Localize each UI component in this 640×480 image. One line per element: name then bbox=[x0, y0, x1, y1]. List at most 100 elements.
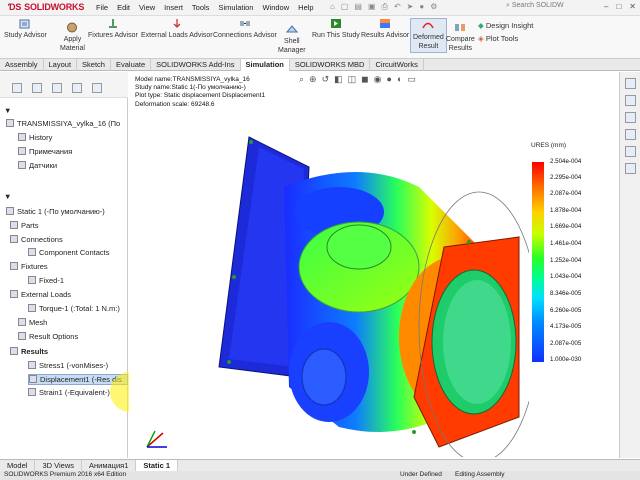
open-icon[interactable]: ▤ bbox=[354, 2, 362, 12]
external-loads-advisor-button[interactable]: External Loads Advisor bbox=[141, 18, 213, 40]
appearance-icon[interactable]: ● bbox=[387, 74, 392, 85]
fixtures-advisor-button[interactable]: Fixtures Advisor bbox=[88, 18, 138, 40]
fea-model-render[interactable] bbox=[189, 127, 529, 457]
save-icon[interactable]: ▣ bbox=[368, 2, 376, 12]
config-manager-icon[interactable] bbox=[52, 83, 62, 93]
design-library-icon[interactable] bbox=[624, 95, 636, 106]
tab-animation[interactable]: Анимация1 bbox=[82, 460, 137, 471]
home-icon[interactable]: ⌂ bbox=[330, 2, 335, 12]
tab-3d-views[interactable]: 3D Views bbox=[35, 460, 82, 471]
mesh-icon bbox=[18, 318, 26, 326]
tree-item-mesh[interactable]: Mesh bbox=[18, 318, 47, 327]
maximize-icon[interactable]: □ bbox=[616, 2, 621, 11]
sim-filter-icon[interactable]: ▼ bbox=[4, 192, 11, 201]
results-advisor-button[interactable]: Results Advisor bbox=[361, 18, 409, 40]
new-icon[interactable]: ▢ bbox=[341, 2, 349, 12]
graphics-area[interactable]: ⌕ ⊕ ↺ ◧ ◫ ◼ ◉ ● ◐ ▭ Model name:TRANSMISS… bbox=[129, 72, 619, 458]
tree-item-sensors[interactable]: Датчики bbox=[18, 161, 57, 170]
shell-manager-button[interactable]: Shell Manager bbox=[278, 24, 306, 55]
filter-icon[interactable]: ▼ bbox=[4, 106, 11, 115]
menu-edit[interactable]: Edit bbox=[117, 3, 130, 12]
legend-colorbar[interactable] bbox=[532, 162, 544, 362]
undo-icon[interactable]: ↶ bbox=[394, 2, 401, 12]
tree-item-history[interactable]: History bbox=[18, 133, 52, 142]
tab-addins[interactable]: SOLIDWORKS Add-Ins bbox=[151, 59, 241, 71]
custom-properties-icon[interactable] bbox=[624, 163, 636, 174]
tab-sketch[interactable]: Sketch bbox=[77, 59, 111, 71]
menu-simulation[interactable]: Simulation bbox=[218, 3, 253, 12]
scene-icon[interactable]: ◐ bbox=[397, 74, 402, 85]
tree-item-assembly[interactable]: TRANSMISSIYA_vylka_16 (По bbox=[6, 119, 120, 128]
menu-insert[interactable]: Insert bbox=[164, 3, 183, 12]
options-icon[interactable]: ⚙ bbox=[430, 2, 437, 12]
tree-item-torque-1[interactable]: Torque-1 (:Total: 1 N.m:) bbox=[28, 304, 120, 313]
tree-item-strain1[interactable]: Strain1 (-Equivalent-) bbox=[28, 388, 110, 397]
tree-item-stress1[interactable]: Stress1 (-vonMises-) bbox=[28, 361, 108, 370]
minimize-icon[interactable]: – bbox=[604, 2, 608, 11]
dimxpert-icon[interactable] bbox=[72, 83, 82, 93]
plot-tools-button[interactable]: ◈ Plot Tools bbox=[478, 34, 518, 43]
section-view-icon[interactable]: ◧ bbox=[334, 74, 343, 85]
tree-item-fixtures[interactable]: Fixtures bbox=[10, 262, 48, 271]
previous-view-icon[interactable]: ↺ bbox=[322, 74, 330, 85]
rebuild-icon[interactable]: ● bbox=[419, 2, 424, 12]
close-icon[interactable]: ✕ bbox=[629, 2, 636, 11]
load-icon bbox=[173, 19, 181, 28]
tree-item-results[interactable]: Results bbox=[10, 347, 48, 356]
tab-model[interactable]: Model bbox=[0, 460, 36, 471]
menu-view[interactable]: View bbox=[139, 3, 155, 12]
solidworks-logo[interactable]: ƊS SOLIDWORKS bbox=[8, 2, 84, 12]
tree-item-component-contacts[interactable]: Component Contacts bbox=[28, 248, 109, 257]
tree-item-annotations[interactable]: Примечания bbox=[18, 147, 72, 156]
legend-value: 2.087e-005 bbox=[550, 340, 582, 347]
status-edition: SOLIDWORKS Premium 2016 x64 Edition bbox=[4, 471, 127, 478]
tree-item-external-loads[interactable]: External Loads bbox=[10, 290, 71, 299]
menu-tools[interactable]: Tools bbox=[192, 3, 210, 12]
tab-layout[interactable]: Layout bbox=[44, 59, 78, 71]
menu-window[interactable]: Window bbox=[262, 3, 289, 12]
tab-assembly[interactable]: Assembly bbox=[0, 59, 44, 71]
menu-help[interactable]: Help bbox=[298, 3, 313, 12]
resources-icon[interactable] bbox=[624, 78, 636, 89]
tree-item-fixed-1[interactable]: Fixed-1 bbox=[28, 276, 64, 285]
tab-mbd[interactable]: SOLIDWORKS MBD bbox=[290, 59, 371, 71]
hide-show-icon[interactable]: ◉ bbox=[374, 74, 382, 85]
view-orientation-icon[interactable]: ◫ bbox=[348, 74, 357, 85]
compare-results-button[interactable]: Compare Results bbox=[446, 22, 475, 53]
run-study-button[interactable]: Run This Study bbox=[312, 18, 360, 40]
tree-item-parts[interactable]: Parts bbox=[10, 221, 39, 230]
zoom-fit-icon[interactable]: ⌕ bbox=[299, 74, 304, 85]
view-palette-icon[interactable] bbox=[624, 129, 636, 140]
legend-value: 1.461e-004 bbox=[550, 240, 582, 247]
display-manager-icon[interactable] bbox=[92, 83, 102, 93]
design-insight-button[interactable]: ◆ Design Insight bbox=[478, 21, 533, 30]
tab-simulation[interactable]: Simulation bbox=[240, 59, 290, 71]
window-controls: – □ ✕ bbox=[604, 2, 636, 11]
print-icon[interactable]: ⎙ bbox=[382, 2, 388, 12]
connections-advisor-button[interactable]: Connections Advisor bbox=[213, 18, 277, 40]
feature-tree-icon[interactable] bbox=[12, 83, 22, 93]
tree-item-connections[interactable]: Connections bbox=[10, 235, 63, 244]
property-manager-icon[interactable] bbox=[32, 83, 42, 93]
display-style-icon[interactable]: ◼ bbox=[361, 74, 368, 85]
zoom-area-icon[interactable]: ⊕ bbox=[309, 74, 317, 85]
appearances-icon[interactable] bbox=[624, 146, 636, 157]
feature-manager-panel: ▼ TRANSMISSIYA_vylka_16 (По History Прим… bbox=[0, 72, 150, 458]
apply-material-button[interactable]: Apply Material bbox=[60, 22, 85, 53]
legend-value: 1.043e-004 bbox=[550, 273, 582, 280]
tree-item-result-options[interactable]: Result Options bbox=[18, 332, 78, 341]
status-bar: SOLIDWORKS Premium 2016 x64 Edition Unde… bbox=[0, 471, 640, 480]
tab-static-1[interactable]: Static 1 bbox=[136, 460, 179, 471]
menu-bar: ƊS SOLIDWORKS File Edit View Insert Tools… bbox=[0, 0, 640, 16]
tab-evaluate[interactable]: Evaluate bbox=[111, 59, 152, 71]
heads-up-toolbar: ⌕ ⊕ ↺ ◧ ◫ ◼ ◉ ● ◐ ▭ bbox=[299, 74, 416, 85]
monitor-icon[interactable]: ▭ bbox=[407, 74, 416, 85]
tree-item-study[interactable]: Static 1 (-По умолчанию-) bbox=[6, 207, 105, 216]
select-icon[interactable]: ➤ bbox=[407, 2, 414, 12]
study-advisor-button[interactable]: Study Advisor bbox=[4, 18, 47, 40]
search-input[interactable]: ⌕ Search SOLIDW bbox=[500, 2, 580, 14]
deformed-result-button[interactable]: Deformed Result bbox=[410, 18, 447, 53]
menu-file[interactable]: File bbox=[96, 3, 108, 12]
tab-circuitworks[interactable]: CircuitWorks bbox=[370, 59, 424, 71]
file-explorer-icon[interactable] bbox=[624, 112, 636, 123]
